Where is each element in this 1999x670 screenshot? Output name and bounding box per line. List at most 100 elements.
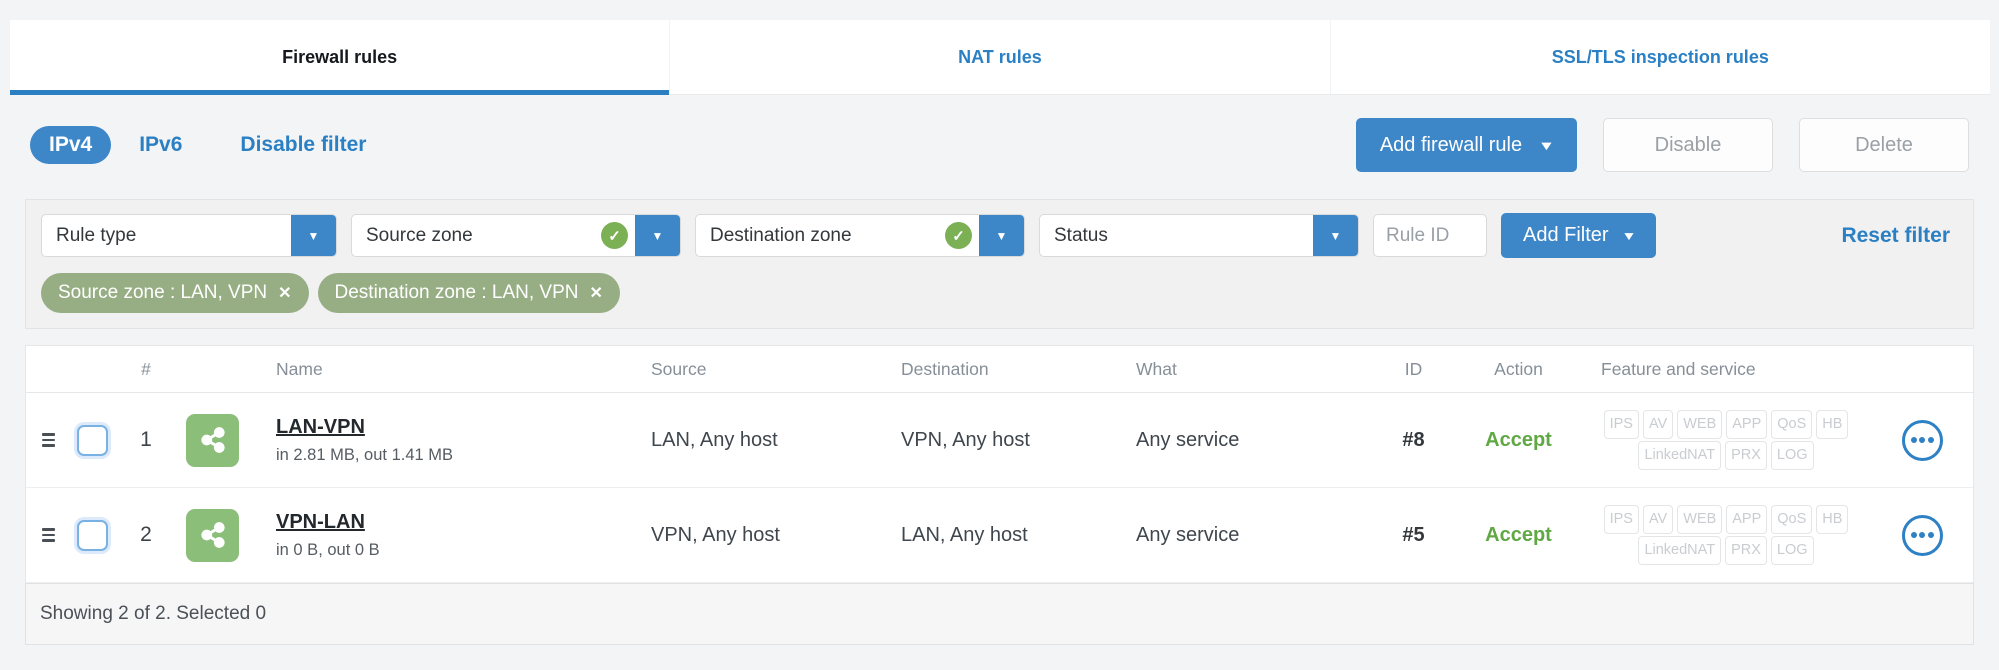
feature-badges: IPS AV WEB APP QoS HB LinkedNAT PRX LOG [1581,504,1871,566]
add-firewall-rule-label: Add firewall rule [1379,133,1523,156]
column-header-action: Action [1494,358,1543,379]
disable-filter-link[interactable]: Disable filter [240,133,366,157]
chevron-down-icon[interactable]: ▼ [291,215,336,256]
rule-source: LAN, Any host [651,428,778,451]
column-header-id: ID [1404,358,1423,379]
rule-destination: LAN, Any host [901,523,1028,546]
table-row: 1 LAN-VPN in 2.81 MB, out 1.41 MB LAN, A… [26,393,1973,488]
destination-zone-dropdown[interactable]: Destination zone ✓ ▼ [695,214,1025,257]
chevron-down-icon: ▼ [1537,137,1556,153]
rule-source: VPN, Any host [651,523,780,546]
feature-badge: APP [1726,505,1768,534]
chevron-down-icon[interactable]: ▼ [635,215,680,256]
rule-destination: VPN, Any host [901,428,1030,451]
firewall-rules-table: # Name Source Destination What ID Action… [25,345,1974,583]
showing-status-text: Showing 2 of 2. Selected 0 [40,603,267,624]
feature-badges: IPS AV WEB APP QoS HB LinkedNAT PRX LOG [1581,409,1871,471]
filter-row: Rule type ▼ Source zone ✓ ▼ Destination … [41,213,1958,258]
network-share-icon [186,508,239,562]
add-firewall-rule-button[interactable]: Add firewall rule ▼ [1355,118,1577,172]
add-filter-button[interactable]: Add Filter ▼ [1501,213,1657,258]
filter-chip-source-zone[interactable]: Source zone : LAN, VPN ✕ [41,273,309,313]
rule-traffic-stats: in 0 B, out 0 B [276,540,380,559]
status-dropdown-label: Status [1054,224,1108,246]
toolbar-actions: Add firewall rule ▼ Disable Delete [1355,118,1969,172]
rule-action: Accept [1485,428,1552,451]
row-number: 2 [140,523,152,546]
check-circle-icon: ✓ [945,222,972,249]
toolbar: IPv4 IPv6 Disable filter Add firewall ru… [30,118,1969,172]
rule-what: Any service [1136,428,1240,451]
rule-name-link[interactable]: LAN-VPN [276,416,365,439]
active-filter-chips: Source zone : LAN, VPN ✕ Destination zon… [41,273,1958,313]
row-checkbox[interactable] [77,519,108,551]
close-icon[interactable]: ✕ [589,283,602,303]
check-circle-icon: ✓ [601,222,628,249]
column-header-feature: Feature and service [1601,358,1756,379]
source-zone-dropdown-label: Source zone [366,224,473,246]
rule-id-input[interactable] [1373,214,1487,257]
feature-badge: IPS [1603,410,1639,439]
feature-badge: IPS [1603,505,1639,534]
column-header-source: Source [651,358,707,379]
filter-chip-destination-zone[interactable]: Destination zone : LAN, VPN ✕ [317,273,620,313]
feature-badge: AV [1642,410,1674,439]
filter-chip-label: Destination zone : LAN, VPN [334,282,579,303]
feature-badge: LOG [1770,441,1814,470]
filter-panel: Rule type ▼ Source zone ✓ ▼ Destination … [25,199,1974,329]
delete-button[interactable]: Delete [1799,118,1969,172]
column-header-destination: Destination [901,358,989,379]
table-footer: Showing 2 of 2. Selected 0 [25,583,1974,645]
ipv4-toggle[interactable]: IPv4 [30,126,112,164]
add-filter-label: Add Filter [1523,224,1609,246]
rule-type-dropdown-label: Rule type [56,224,137,246]
status-dropdown[interactable]: Status ▼ [1039,214,1359,257]
destination-zone-dropdown-label: Destination zone [710,224,852,246]
feature-badge: PRX [1725,536,1767,565]
rule-name-link[interactable]: VPN-LAN [276,511,365,534]
ipv6-toggle[interactable]: IPv6 [139,133,182,157]
feature-badge: LinkedNAT [1638,536,1722,565]
reset-filter-link[interactable]: Reset filter [1841,224,1958,248]
close-icon[interactable]: ✕ [278,283,291,303]
tab-firewall-rules[interactable]: Firewall rules [10,20,671,95]
rule-action: Accept [1485,523,1552,546]
table-row: 2 VPN-LAN in 0 B, out 0 B VPN, Any host … [26,488,1973,583]
feature-badge: QoS [1771,505,1813,534]
feature-badge: WEB [1677,410,1723,439]
row-menu-icon[interactable] [1901,419,1943,461]
feature-badge: HB [1816,505,1849,534]
row-menu-icon[interactable] [1901,514,1943,556]
disable-button[interactable]: Disable [1603,118,1773,172]
column-header-what: What [1136,358,1177,379]
source-zone-dropdown[interactable]: Source zone ✓ ▼ [351,214,681,257]
network-share-icon [186,413,239,467]
rule-type-dropdown[interactable]: Rule type ▼ [41,214,337,257]
tab-ssl-tls-inspection-rules[interactable]: SSL/TLS inspection rules [1331,20,1990,94]
column-header-num: # [141,358,151,379]
feature-badge: AV [1642,505,1674,534]
filter-chip-label: Source zone : LAN, VPN [58,282,268,303]
chevron-down-icon[interactable]: ▼ [1313,215,1358,256]
feature-badge: LOG [1770,536,1814,565]
feature-badge: LinkedNAT [1638,441,1722,470]
tab-nat-rules[interactable]: NAT rules [670,20,1331,94]
column-header-name: Name [276,358,323,379]
rule-id-badge: #5 [1402,523,1425,546]
chevron-down-icon[interactable]: ▼ [979,215,1024,256]
feature-badge: WEB [1677,505,1723,534]
row-number: 1 [140,428,152,451]
feature-badge: HB [1816,410,1849,439]
drag-handle-icon[interactable] [26,433,73,447]
tab-bar: Firewall rules NAT rules SSL/TLS inspect… [10,20,1990,95]
feature-badge: APP [1726,410,1768,439]
row-checkbox[interactable] [77,424,108,456]
rule-what: Any service [1136,523,1240,546]
chevron-down-icon: ▼ [1620,228,1637,243]
drag-handle-icon[interactable] [26,528,73,542]
rule-id-badge: #8 [1402,428,1425,451]
rule-traffic-stats: in 2.81 MB, out 1.41 MB [276,445,454,464]
feature-badge: PRX [1725,441,1767,470]
table-header-row: # Name Source Destination What ID Action… [26,346,1973,393]
feature-badge: QoS [1771,410,1813,439]
